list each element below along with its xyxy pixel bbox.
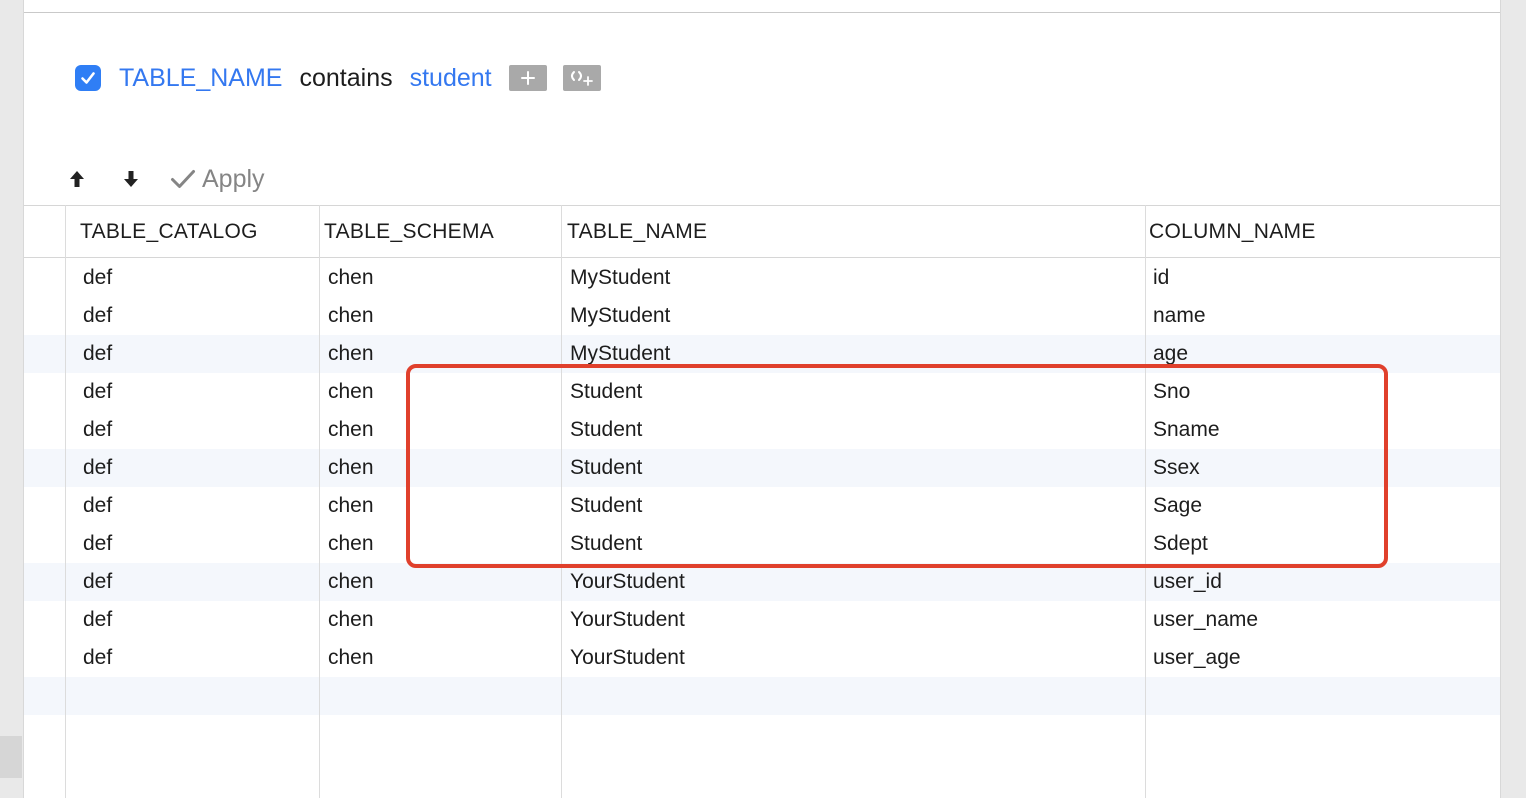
- table-row[interactable]: def chen MyStudent name: [24, 297, 1500, 335]
- apply-label: Apply: [202, 164, 265, 193]
- column-header-table-name[interactable]: TABLE_NAME: [567, 206, 707, 258]
- table-cell[interactable]: def: [83, 639, 112, 677]
- filter-operator-selector[interactable]: contains: [299, 64, 392, 93]
- filter-toolbar: Apply: [66, 160, 265, 198]
- column-header-column-name[interactable]: COLUMN_NAME: [1149, 206, 1316, 258]
- table-cell[interactable]: user_name: [1153, 601, 1258, 639]
- filter-value-input[interactable]: student: [410, 64, 492, 93]
- table-cell[interactable]: def: [83, 373, 112, 411]
- grid-header-row: TABLE_CATALOG TABLE_SCHEMA TABLE_NAME CO…: [24, 206, 1500, 258]
- table-cell[interactable]: chen: [328, 639, 374, 677]
- table-cell[interactable]: def: [83, 525, 112, 563]
- add-filter-group-button[interactable]: [562, 65, 601, 91]
- gutter-marker: [0, 736, 22, 778]
- arrow-down-icon: [124, 171, 138, 187]
- table-cell[interactable]: YourStudent: [570, 563, 685, 601]
- left-gutter: [0, 0, 23, 798]
- apply-button[interactable]: Apply: [170, 165, 265, 194]
- table-cell[interactable]: chen: [328, 411, 374, 449]
- table-cell[interactable]: chen: [328, 297, 374, 335]
- table-cell[interactable]: def: [83, 335, 112, 373]
- top-divider: [24, 12, 1500, 13]
- table-cell[interactable]: chen: [328, 525, 374, 563]
- table-cell[interactable]: YourStudent: [570, 601, 685, 639]
- checkmark-icon: [81, 72, 95, 84]
- table-cell[interactable]: def: [83, 487, 112, 525]
- arrow-up-icon: [70, 171, 84, 187]
- table-cell[interactable]: def: [83, 563, 112, 601]
- column-divider[interactable]: [319, 205, 320, 798]
- table-cell[interactable]: user_id: [1153, 563, 1222, 601]
- empty-row[interactable]: [24, 677, 1500, 715]
- add-filter-button[interactable]: [508, 65, 547, 91]
- filter-enabled-checkbox[interactable]: [75, 65, 101, 91]
- plus-icon: [520, 71, 535, 85]
- table-cell[interactable]: MyStudent: [570, 259, 670, 297]
- table-cell[interactable]: id: [1153, 259, 1169, 297]
- table-cell[interactable]: chen: [328, 449, 374, 487]
- highlight-box: [406, 364, 1388, 568]
- table-row[interactable]: def chen YourStudent user_age: [24, 639, 1500, 677]
- table-row[interactable]: def chen YourStudent user_id: [24, 563, 1500, 601]
- table-cell[interactable]: def: [83, 297, 112, 335]
- table-row[interactable]: def chen MyStudent id: [24, 259, 1500, 297]
- bracket-plus-icon: [570, 71, 593, 86]
- filter-row: TABLE_NAME contains student: [75, 60, 617, 96]
- move-down-button[interactable]: [120, 168, 142, 190]
- table-cell[interactable]: MyStudent: [570, 297, 670, 335]
- table-cell[interactable]: def: [83, 259, 112, 297]
- table-cell[interactable]: chen: [328, 373, 374, 411]
- table-cell[interactable]: def: [83, 411, 112, 449]
- move-up-button[interactable]: [66, 168, 88, 190]
- check-icon: [171, 170, 195, 188]
- filter-field-selector[interactable]: TABLE_NAME: [119, 64, 282, 93]
- table-cell[interactable]: chen: [328, 487, 374, 525]
- table-cell[interactable]: def: [83, 449, 112, 487]
- table-cell[interactable]: chen: [328, 335, 374, 373]
- column-header-table-schema[interactable]: TABLE_SCHEMA: [324, 206, 494, 258]
- table-cell[interactable]: def: [83, 601, 112, 639]
- table-cell[interactable]: user_age: [1153, 639, 1241, 677]
- table-cell[interactable]: YourStudent: [570, 639, 685, 677]
- table-cell[interactable]: chen: [328, 563, 374, 601]
- right-gutter: [1501, 0, 1526, 798]
- table-cell[interactable]: chen: [328, 601, 374, 639]
- column-header-table-catalog[interactable]: TABLE_CATALOG: [80, 206, 258, 258]
- table-cell[interactable]: name: [1153, 297, 1206, 335]
- column-divider[interactable]: [65, 205, 66, 798]
- table-row[interactable]: def chen YourStudent user_name: [24, 601, 1500, 639]
- table-cell[interactable]: chen: [328, 259, 374, 297]
